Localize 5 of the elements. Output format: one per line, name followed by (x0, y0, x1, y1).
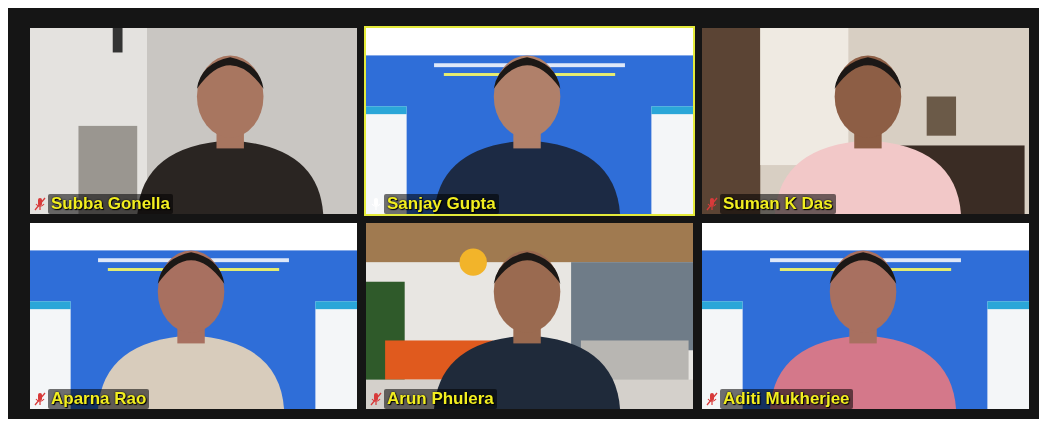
participant-name: Suman K Das (720, 194, 836, 214)
participant-name: Sanjay Gupta (384, 194, 499, 214)
participant-name: Aparna Rao (48, 389, 150, 409)
participant-name: Subba Gonella (48, 194, 174, 214)
participant-name: Arun Phulera (384, 389, 497, 409)
